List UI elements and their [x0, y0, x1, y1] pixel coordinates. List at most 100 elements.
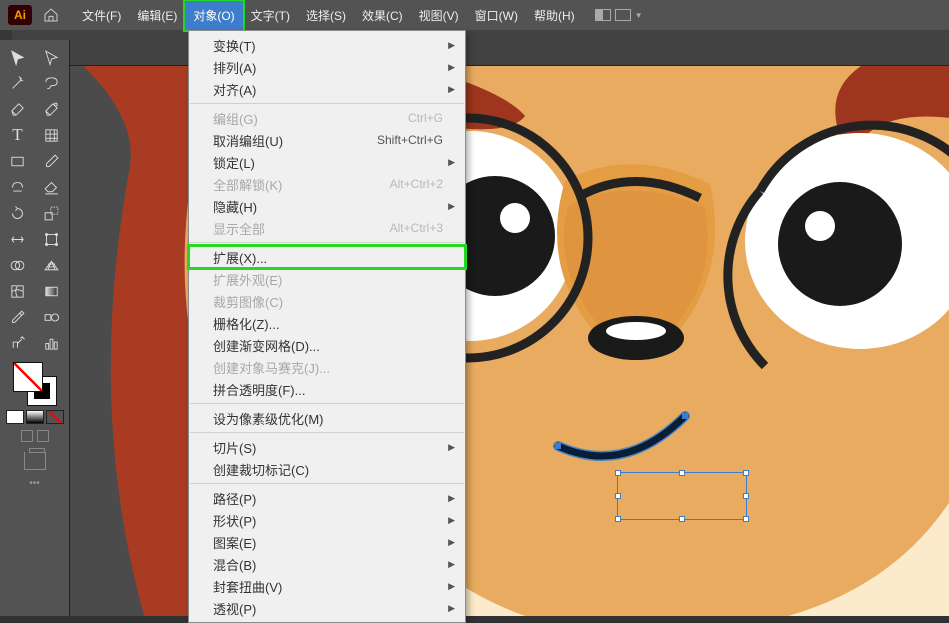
menu-separator [190, 432, 464, 433]
shape-builder-tool[interactable] [4, 254, 32, 276]
symbol-sprayer-tool[interactable] [4, 332, 32, 354]
tools-panel: T ••• [0, 40, 70, 616]
menu-item-label: 拼合透明度(F)... [213, 380, 305, 399]
menu-item-形状P[interactable]: 形状(P) [189, 509, 465, 531]
menu-item-label: 变换(T) [213, 36, 256, 55]
menu-视图[interactable]: 视图(V) [411, 1, 467, 30]
curvature-tool[interactable] [38, 98, 66, 120]
menu-item-label: 编组(G) [213, 109, 258, 128]
menu-效果[interactable]: 效果(C) [354, 1, 411, 30]
paintbrush-tool[interactable] [38, 150, 66, 172]
menu-item-label: 隐藏(H) [213, 197, 257, 216]
menu-item-label: 封套扭曲(V) [213, 577, 282, 596]
menu-item-shortcut: Alt+Ctrl+3 [390, 221, 443, 235]
menu-item-裁剪图像C: 裁剪图像(C) [189, 290, 465, 312]
menu-对象[interactable]: 对象(O) [185, 1, 242, 30]
menu-item-shortcut: Alt+Ctrl+2 [390, 177, 443, 191]
edit-toolbar-icon[interactable]: ••• [29, 478, 40, 489]
menu-item-label: 混合(B) [213, 555, 256, 574]
gradient-tool[interactable] [38, 280, 66, 302]
shaper-tool[interactable] [4, 176, 32, 198]
menu-item-切片S[interactable]: 切片(S) [189, 436, 465, 458]
menu-item-排列A[interactable]: 排列(A) [189, 56, 465, 78]
menu-item-label: 路径(P) [213, 489, 256, 508]
menu-item-扩展X[interactable]: 扩展(X)... [189, 246, 465, 268]
selection-tool[interactable] [4, 46, 32, 68]
menu-文件[interactable]: 文件(F) [74, 1, 129, 30]
menu-item-全部解锁K: 全部解锁(K) Alt+Ctrl+2 [189, 173, 465, 195]
app-logo: Ai [8, 5, 32, 25]
menu-item-shortcut: Shift+Ctrl+G [377, 133, 443, 147]
width-tool[interactable] [4, 228, 32, 250]
eyedropper-tool[interactable] [4, 306, 32, 328]
perspective-grid-tool[interactable] [38, 254, 66, 276]
menu-item-设为像素级优化M[interactable]: 设为像素级优化(M) [189, 407, 465, 429]
rectangle-tool[interactable] [4, 150, 32, 172]
object-menu-dropdown: 变换(T) 排列(A) 对齐(A) 编组(G) Ctrl+G 取消编组(U)Shift+C… [188, 30, 466, 623]
menu-item-label: 显示全部 [213, 219, 265, 238]
menu-item-显示全部: 显示全部 Alt+Ctrl+3 [189, 217, 465, 239]
menu-item-栅格化Z[interactable]: 栅格化(Z)... [189, 312, 465, 334]
menu-item-创建对象马赛克J: 创建对象马赛克(J)... [189, 356, 465, 378]
screen-mode[interactable] [24, 452, 46, 470]
menu-item-label: 排列(A) [213, 58, 256, 77]
menu-item-label: 创建渐变网格(D)... [213, 336, 320, 355]
scale-tool[interactable] [38, 202, 66, 224]
menu-item-混合B[interactable]: 混合(B) [189, 553, 465, 575]
menu-item-隐藏H[interactable]: 隐藏(H) [189, 195, 465, 217]
menu-separator [190, 103, 464, 104]
menu-item-取消编组U[interactable]: 取消编组(U)Shift+Ctrl+G [189, 129, 465, 151]
direct-selection-tool[interactable] [38, 46, 66, 68]
menu-item-label: 裁剪图像(C) [213, 292, 283, 311]
selection-bounding-box[interactable] [617, 472, 747, 520]
mesh-tool[interactable] [4, 280, 32, 302]
menu-separator [190, 403, 464, 404]
menu-item-label: 扩展外观(E) [213, 270, 282, 289]
menu-item-拼合透明度F[interactable]: 拼合透明度(F)... [189, 378, 465, 400]
line-segment-tool[interactable] [38, 124, 66, 146]
menu-item-图案E[interactable]: 图案(E) [189, 531, 465, 553]
arrange-documents[interactable]: ▼ [595, 9, 643, 21]
pen-tool[interactable] [4, 98, 32, 120]
free-transform-tool[interactable] [38, 228, 66, 250]
menu-item-扩展外观E: 扩展外观(E) [189, 268, 465, 290]
draw-mode[interactable] [21, 430, 49, 442]
menu-item-创建裁切标记C[interactable]: 创建裁切标记(C) [189, 458, 465, 480]
menu-选择[interactable]: 选择(S) [298, 1, 354, 30]
menu-item-label: 对齐(A) [213, 80, 256, 99]
fill-stroke-swatch[interactable] [13, 362, 57, 406]
menu-item-label: 锁定(L) [213, 153, 255, 172]
type-tool[interactable]: T [4, 124, 32, 146]
menu-item-编组G: 编组(G) Ctrl+G [189, 107, 465, 129]
blend-tool[interactable] [38, 306, 66, 328]
color-mode-swatches[interactable] [6, 410, 64, 424]
menu-item-shortcut: Ctrl+G [408, 111, 443, 125]
column-graph-tool[interactable] [38, 332, 66, 354]
menu-item-对齐A[interactable]: 对齐(A) [189, 78, 465, 100]
menu-item-封套扭曲V[interactable]: 封套扭曲(V) [189, 575, 465, 597]
menu-item-label: 形状(P) [213, 511, 256, 530]
eraser-tool[interactable] [38, 176, 66, 198]
home-icon[interactable] [42, 6, 60, 24]
rotate-tool[interactable] [4, 202, 32, 224]
menu-编辑[interactable]: 编辑(E) [129, 1, 185, 30]
menu-帮助[interactable]: 帮助(H) [526, 1, 583, 30]
menu-item-label: 栅格化(Z)... [213, 314, 279, 333]
menu-item-创建渐变网格D[interactable]: 创建渐变网格(D)... [189, 334, 465, 356]
menu-item-label: 图案(E) [213, 533, 256, 552]
menu-文字[interactable]: 文字(T) [243, 1, 298, 30]
menu-separator [190, 242, 464, 243]
menu-item-label: 设为像素级优化(M) [213, 409, 324, 428]
menu-item-路径P[interactable]: 路径(P) [189, 487, 465, 509]
menu-item-label: 创建裁切标记(C) [213, 460, 309, 479]
menu-item-label: 切片(S) [213, 438, 256, 457]
menu-item-变换T[interactable]: 变换(T) [189, 34, 465, 56]
menu-separator [190, 483, 464, 484]
options-bar [0, 30, 949, 66]
magic-wand-tool[interactable] [4, 72, 32, 94]
menu-item-label: 透视(P) [213, 599, 256, 618]
lasso-tool[interactable] [38, 72, 66, 94]
menu-窗口[interactable]: 窗口(W) [467, 1, 526, 30]
menu-item-锁定L[interactable]: 锁定(L) [189, 151, 465, 173]
menu-item-label: 全部解锁(K) [213, 175, 282, 194]
